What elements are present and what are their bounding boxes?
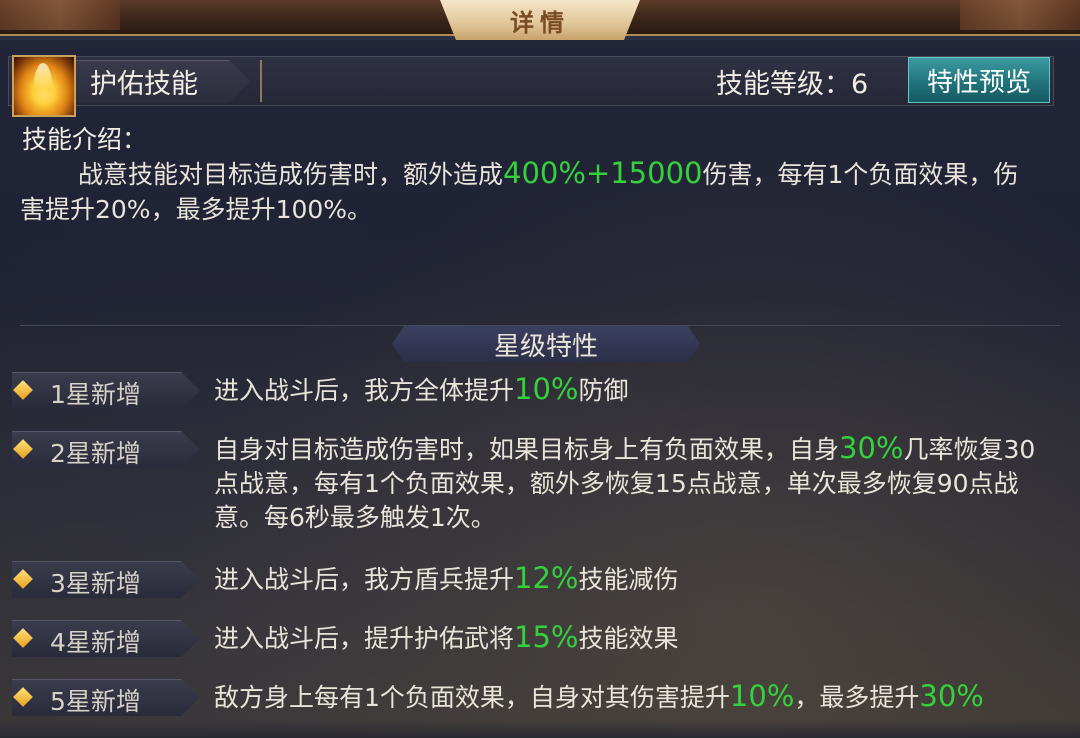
star-highlight-5: 10% — [729, 679, 795, 713]
star-section-banner: 星级特性 — [392, 326, 700, 362]
star-text-5-after: ，最多提升 — [794, 683, 920, 712]
star-highlight-1: 10% — [514, 372, 579, 406]
intro-text: 战意技能对目标造成伤害时，额外造成400%+15000伤害，每有1个负面效果，伤… — [20, 156, 1040, 227]
section-divider — [20, 325, 1060, 326]
skill-level: 技能等级：6 — [716, 69, 869, 100]
window-title: 详情 — [510, 8, 570, 37]
star-text-2: 自身对目标造成伤害时，如果目标身上有负面效果，自身30%几率恢复30点战意，每有… — [214, 431, 1050, 535]
star-label-1: 1星新增 — [50, 380, 141, 409]
star-highlight-2: 30% — [839, 431, 904, 465]
star-label-2: 2星新增 — [50, 439, 141, 468]
star-text-4: 进入战斗后，提升护佑武将15%技能效果 — [214, 620, 1050, 656]
intro-highlight: 400%+15000 — [503, 156, 703, 190]
star-text-3-after: 技能减伤 — [578, 565, 679, 594]
star-highlight-3: 12% — [514, 561, 579, 595]
star-text-4-before: 进入战斗后，提升护佑武将 — [214, 624, 515, 653]
star-highlight-4: 15% — [514, 620, 579, 654]
star-text-1-after: 防御 — [578, 376, 629, 405]
star-text-3-before: 进入战斗后，我方盾兵提升 — [214, 565, 515, 594]
corner-ornament-right — [960, 0, 1080, 30]
star-label-4: 4星新增 — [50, 628, 141, 657]
intro-title: 技能介绍： — [22, 125, 148, 154]
star-label-5: 5星新增 — [50, 687, 141, 716]
skill-name: 护佑技能 — [90, 69, 198, 100]
star-text-4-after: 技能效果 — [578, 624, 679, 653]
star-text-2-before: 自身对目标造成伤害时，如果目标身上有负面效果，自身 — [214, 435, 840, 464]
bottom-fade — [0, 720, 1080, 738]
star-label-3: 3星新增 — [50, 569, 141, 598]
trait-preview-button[interactable]: 特性预览 — [908, 57, 1050, 103]
star-text-1: 进入战斗后，我方全体提升10%防御 — [214, 372, 1050, 408]
star-text-3: 进入战斗后，我方盾兵提升12%技能减伤 — [214, 561, 1050, 597]
intro-text-before: 战意技能对目标造成伤害时，额外造成 — [78, 160, 504, 189]
star-section-title: 星级特性 — [493, 331, 598, 362]
flame-skill-icon — [12, 55, 76, 117]
star-text-1-before: 进入战斗后，我方全体提升 — [214, 376, 515, 405]
corner-ornament-left — [0, 0, 120, 30]
star-highlight-5b: 30% — [919, 679, 984, 713]
window-title-plate: 详情 — [440, 0, 640, 40]
skill-name-tab-edge — [232, 60, 262, 102]
star-text-5-before: 敌方身上每有1个负面效果，自身对其伤害提升 — [214, 683, 730, 712]
